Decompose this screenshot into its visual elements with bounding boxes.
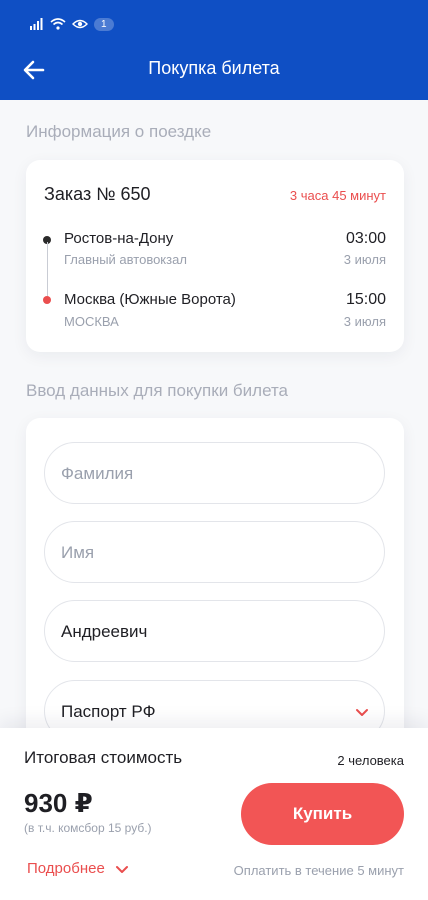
- arrival-date: 3 июля: [343, 314, 386, 329]
- buy-button-label: Купить: [292, 804, 353, 823]
- route-line: [47, 242, 48, 296]
- arrival-time: 15:00: [345, 291, 386, 308]
- patronymic-field[interactable]: Андреевич: [44, 600, 385, 662]
- departure-time: 03:00: [345, 230, 386, 247]
- app-header: 1 Покупка билета: [0, 0, 428, 100]
- name-placeholder: Имя: [61, 543, 95, 562]
- chevron-down-icon: [115, 865, 128, 873]
- name-field[interactable]: Имя: [44, 521, 385, 583]
- chevron-down-icon: [356, 709, 368, 716]
- trip-card: Заказ № 650 3 часа 45 минут Ростов-на-До…: [26, 160, 404, 352]
- details-label: Подробнее: [27, 860, 105, 877]
- departure-station: Главный автовокзал: [64, 252, 187, 267]
- arrival-station: МОСКВА: [64, 314, 119, 329]
- departure-city: Ростов-на-Дону: [64, 230, 174, 247]
- details-link[interactable]: Подробнее: [27, 860, 129, 877]
- trip-section-title: Информация о поездке: [26, 122, 212, 141]
- signal-icon: [30, 18, 43, 30]
- commission-note: (в т.ч. комсбор 15 руб.): [24, 821, 152, 835]
- total-label: Итоговая стоимость: [24, 748, 183, 767]
- surname-field[interactable]: Фамилия: [44, 442, 385, 504]
- buy-button[interactable]: Купить: [241, 783, 404, 845]
- trip-duration: 3 часа 45 минут: [289, 188, 386, 203]
- patronymic-value: Андреевич: [61, 622, 148, 641]
- surname-placeholder: Фамилия: [61, 464, 134, 483]
- order-title: Заказ № 650: [44, 184, 151, 204]
- departure-date: 3 июля: [343, 252, 386, 267]
- payment-deadline-note: Оплатить в течение 5 минут: [233, 863, 404, 878]
- wifi-icon: [50, 18, 66, 30]
- total-price: 930 ₽: [24, 788, 93, 818]
- page-title: Покупка билета: [148, 58, 280, 78]
- notification-badge: 1: [94, 17, 114, 31]
- checkout-panel: Итоговая стоимость 2 человека 930 ₽ (в т…: [0, 728, 428, 900]
- form-section-title: Ввод данных для покупки билета: [26, 381, 289, 400]
- passenger-count: 2 человека: [337, 753, 404, 768]
- status-bar: 1: [30, 16, 114, 32]
- passenger-form-card: Фамилия Имя Андреевич Паспорт РФ: [26, 418, 404, 758]
- document-type-value: Паспорт РФ: [61, 702, 156, 721]
- arrival-dot: [43, 296, 51, 304]
- eye-icon: [72, 19, 88, 29]
- arrival-city: Москва (Южные Ворота): [64, 291, 236, 308]
